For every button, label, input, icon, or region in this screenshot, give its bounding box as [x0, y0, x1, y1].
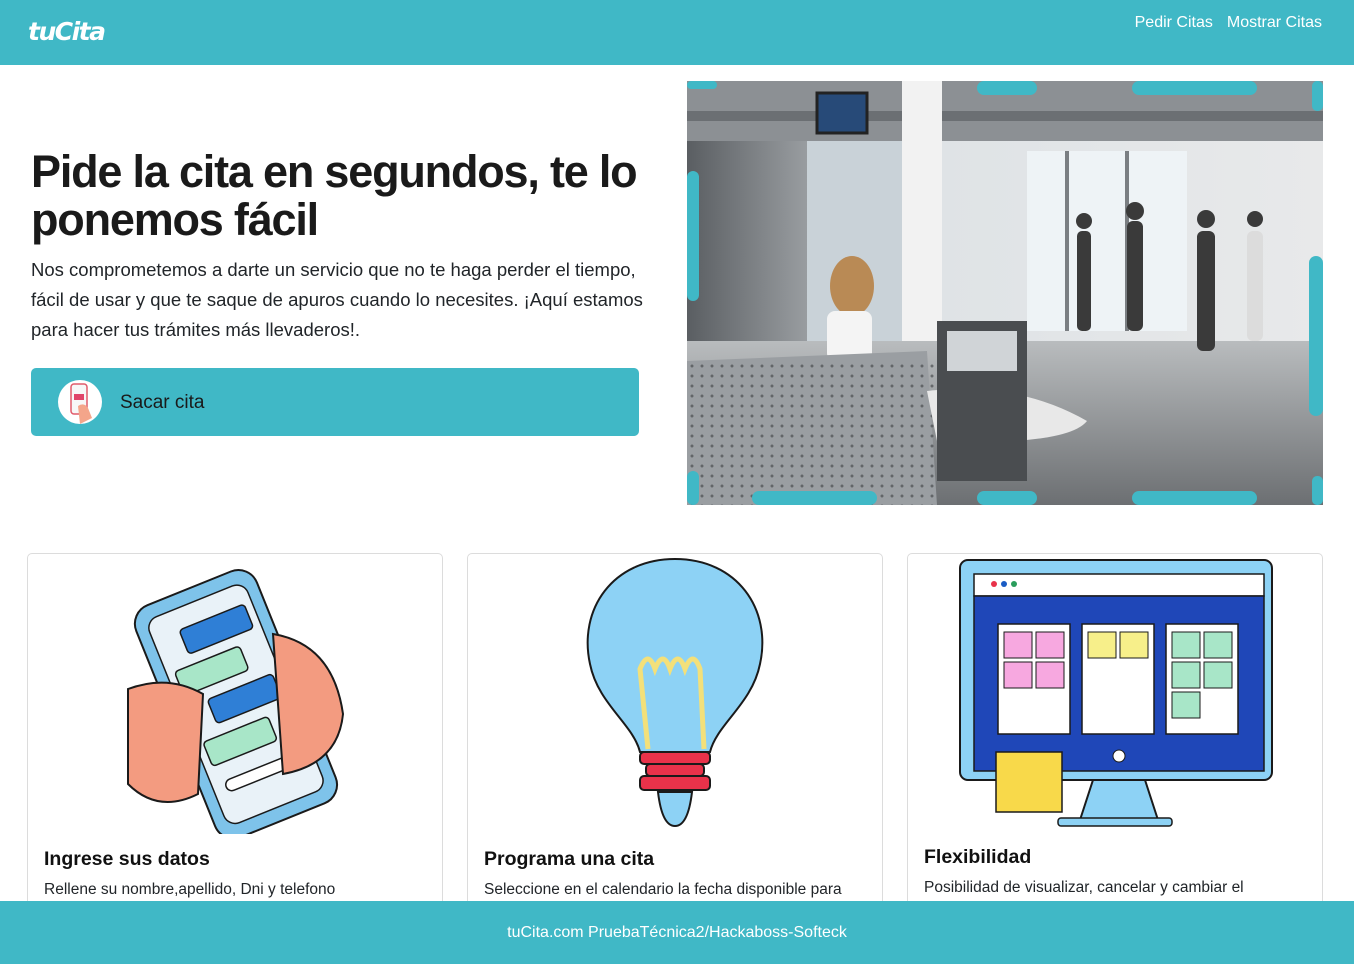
feature-card-datos: Ingrese sus datos Rellene su nombre,apel… [27, 553, 443, 913]
navbar: tuCita Pedir Citas Mostrar Citas [0, 0, 1354, 65]
reception-office-photo [687, 81, 1323, 505]
kanban-monitor-illustration [908, 554, 1322, 834]
card-text: Seleccione en el calendario la fecha dis… [484, 881, 842, 898]
nav-link-pedir-citas[interactable]: Pedir Citas [1135, 14, 1213, 32]
card-text: Rellene su nombre,apellido, Dni y telefo… [44, 881, 336, 898]
card-text: Posibilidad de visualizar, cancelar y ca… [924, 879, 1244, 896]
logo[interactable]: tuCita [28, 17, 106, 46]
card-title: Programa una cita [484, 848, 655, 870]
hero-description: Nos comprometemos a darte un servicio qu… [31, 259, 643, 340]
lightbulb-illustration [468, 554, 882, 834]
card-title: Ingrese sus datos [44, 848, 210, 870]
feature-card-cita: Programa una cita Seleccione en el calen… [467, 553, 883, 913]
feature-card-flexibilidad: Flexibilidad Posibilidad de visualizar, … [907, 553, 1323, 913]
phone-chat-illustration [28, 554, 442, 840]
footer-text: tuCita.com PruebaTécnica2/Hackaboss-Soft… [507, 923, 847, 941]
sacar-cita-label: Sacar cita [120, 392, 205, 413]
nav-link-mostrar-citas[interactable]: Mostrar Citas [1227, 14, 1322, 32]
nav-links: Pedir Citas Mostrar Citas [1135, 14, 1322, 32]
hero-title: Pide la cita en segundos, te lo ponemos … [31, 146, 638, 245]
card-title: Flexibilidad [924, 846, 1032, 868]
footer: tuCita.com PruebaTécnica2/Hackaboss-Soft… [0, 901, 1354, 964]
phone-hand-icon [58, 380, 102, 424]
sacar-cita-button[interactable]: Sacar cita [31, 368, 639, 436]
